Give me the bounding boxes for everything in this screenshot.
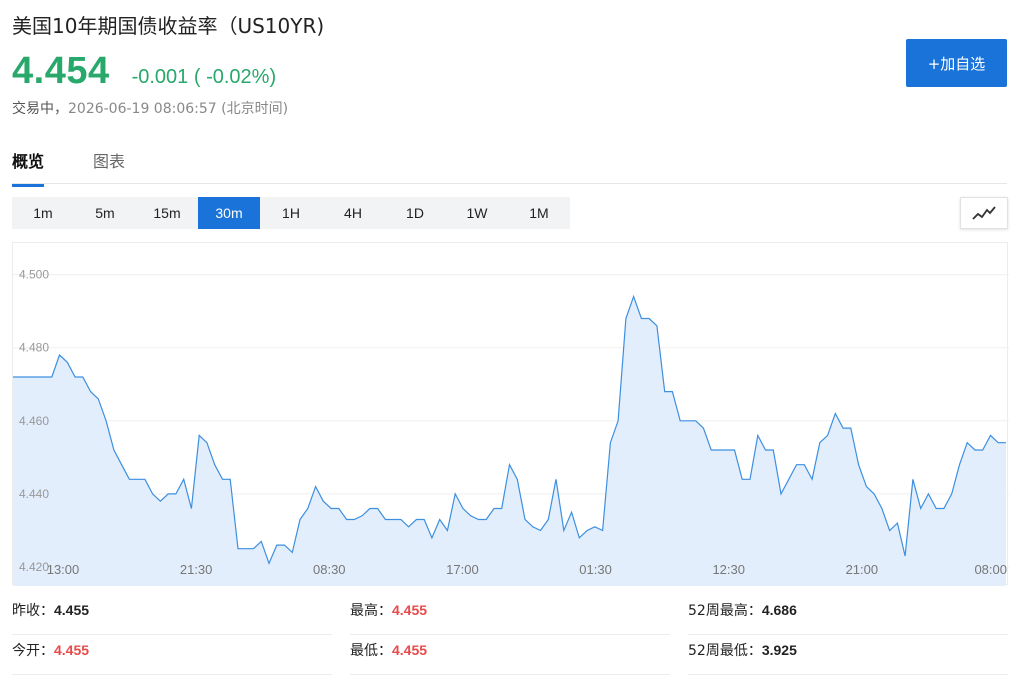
stat-value: 4.686 [761,602,797,618]
y-tick-label: 4.480 [19,341,49,355]
price-chart-svg: 4.500 4.480 4.460 4.440 4.42013:00 21:30 08:30… [13,268,1009,586]
stat-value: 4.455 [392,642,428,658]
price-change: -0.001 ( -0.02%) [131,66,277,88]
x-tick-label: 08:00 [974,562,1007,577]
stat-value: 4.455 [392,602,428,618]
x-tick-label: 13:00 [47,562,80,577]
stat-open: 今开：4.455 [12,635,332,675]
stat-label: 最低： [350,643,392,659]
interval-1h[interactable]: 1H [260,197,322,229]
stat-prev-close: 昨收：4.455 [12,595,332,635]
line-chart-icon [972,206,996,220]
x-tick-label: 12:30 [712,562,745,577]
price-chart[interactable]: 4.500 4.480 4.460 4.440 4.420 13:00 21:30 08:30… [12,242,1009,586]
x-tick-label: 17:00 [446,562,479,577]
stat-value: 4.455 [54,602,90,618]
interval-15m[interactable]: 15m [136,197,198,229]
stat-label: 52周最高： [688,603,762,619]
interval-30m[interactable]: 30m [198,197,260,229]
x-tick-label: 21:30 [180,562,213,577]
add-watchlist-button[interactable]: +加自选 [906,39,1007,87]
price-row: 4.454 -0.001 ( -0.02%) [12,50,276,93]
stat-high: 最高：4.455 [350,595,670,635]
stat-low: 最低：4.455 [350,635,670,675]
stat-label: 今开： [12,643,54,659]
y-tick-label: 4.420 [19,560,49,574]
interval-1d[interactable]: 1D [384,197,446,229]
x-tick-label: 01:30 [579,562,612,577]
timestamp: 2026-06-19 08:06:57 [68,101,217,117]
page-title: 美国10年期国债收益率（US10YR) [12,14,325,38]
interval-4h[interactable]: 4H [322,197,384,229]
tab-overview[interactable]: 概览 [12,148,45,187]
stat-label: 最高： [350,603,392,619]
x-tick-label: 21:00 [846,562,879,577]
current-price: 4.454 [12,50,110,92]
tab-chart[interactable]: 图表 [93,148,125,184]
stat-label: 昨收： [12,603,54,619]
stat-label: 52周最低： [688,643,762,659]
stat-52w-high: 52周最高：4.686 [688,595,1008,635]
y-tick-label: 4.500 [19,268,49,282]
stat-value: 3.925 [761,642,797,658]
price-area [13,296,1006,586]
trading-status: 交易中，2026-06-19 08:06:57 (北京时间) [12,98,288,118]
x-tick-label: 08:30 [313,562,346,577]
interval-1w[interactable]: 1W [446,197,508,229]
stat-value: 4.455 [54,642,90,658]
interval-selector: 1m 5m 15m 30m 1H 4H 1D 1W 1M [12,197,570,229]
interval-1m[interactable]: 1m [12,197,74,229]
chart-type-toggle[interactable] [960,197,1008,229]
stat-52w-low: 52周最低：3.925 [688,635,1008,675]
interval-5m[interactable]: 5m [74,197,136,229]
timezone: (北京时间) [221,101,289,117]
y-tick-label: 4.440 [19,487,49,501]
y-tick-label: 4.460 [19,414,49,428]
interval-1mo[interactable]: 1M [508,197,570,229]
status-text: 交易中， [12,101,68,117]
tab-bar: 概览 图表 [12,140,1007,187]
